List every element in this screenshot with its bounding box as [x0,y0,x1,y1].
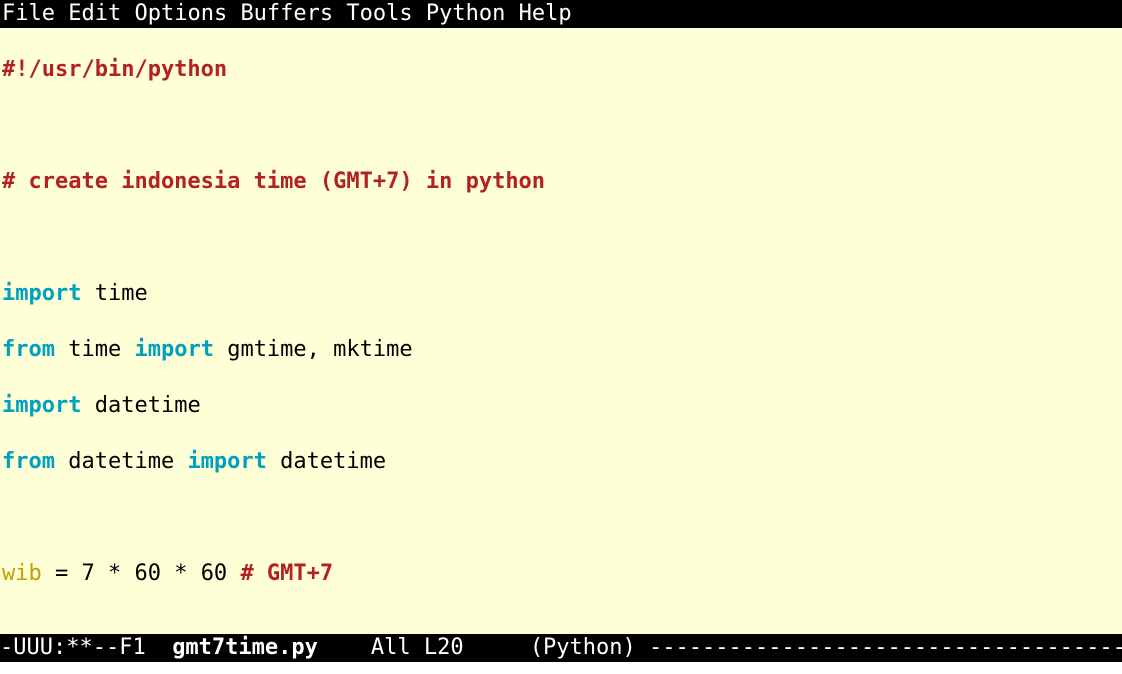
menu-help[interactable]: Help [519,1,572,26]
code-line: from datetime import datetime [2,448,1122,476]
code-text: datetime [81,393,200,418]
menu-buffers[interactable]: Buffers [240,1,333,26]
menu-options[interactable]: Options [134,1,227,26]
code-line: import datetime [2,392,1122,420]
code-text: gmtime, mktime [214,337,413,362]
keyword: import [134,337,213,362]
code-line: wib = 7 * 60 * 60 # GMT+7 [2,560,1122,588]
code-line [2,112,1122,140]
keyword: from [2,337,55,362]
buffer-name: gmt7time.py [172,635,318,660]
variable: wib [2,561,42,586]
editor-area[interactable]: #!/usr/bin/python # create indonesia tim… [0,28,1122,634]
minibuffer[interactable] [0,662,1122,674]
code-text: time [81,281,147,306]
menu-edit[interactable]: Edit [68,1,121,26]
modeline-status: -UUU:**--F1 [0,635,172,660]
keyword: import [2,393,81,418]
mode-line[interactable]: -UUU:**--F1 gmt7time.py All L20 (Python)… [0,634,1122,662]
code-text: time [55,337,134,362]
code-text: datetime [55,449,187,474]
code-line: #!/usr/bin/python [2,56,1122,84]
keyword: import [187,449,266,474]
code-line [2,616,1122,634]
modeline-fill: ----------------------------------------… [649,635,1122,660]
code-text: = 7 * 60 * 60 [42,561,241,586]
code-line [2,504,1122,532]
comment: # create indonesia time (GMT+7) in pytho… [2,169,545,194]
keyword: import [2,281,81,306]
menu-bar: File Edit Options Buffers Tools Python H… [0,0,1122,28]
emacs-window: File Edit Options Buffers Tools Python H… [0,0,1122,674]
shebang: #!/usr/bin/python [2,57,227,82]
comment: # GMT+7 [240,561,333,586]
keyword: from [2,449,55,474]
code-line [2,224,1122,252]
code-line: # create indonesia time (GMT+7) in pytho… [2,168,1122,196]
code-text: datetime [267,449,386,474]
menu-python[interactable]: Python [426,1,505,26]
menu-file[interactable]: File [2,1,55,26]
code-line: from time import gmtime, mktime [2,336,1122,364]
code-line: import time [2,280,1122,308]
menu-tools[interactable]: Tools [346,1,412,26]
modeline-position: All L20 (Python) [318,635,649,660]
